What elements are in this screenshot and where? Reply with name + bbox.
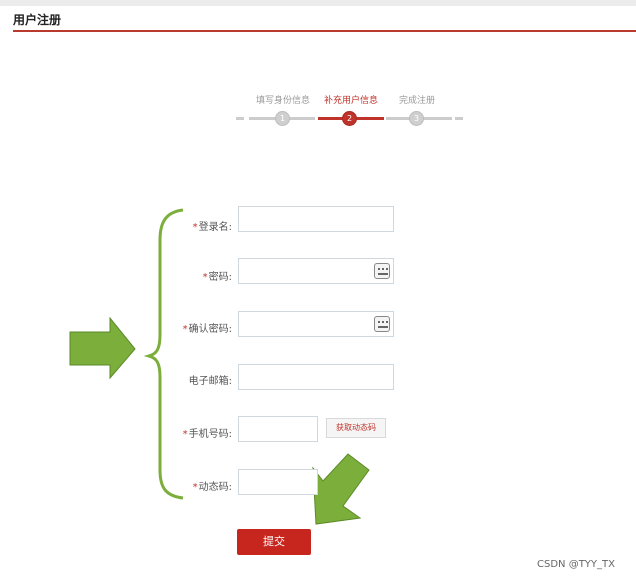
password-label: *密码: xyxy=(202,272,232,283)
login-name-field[interactable] xyxy=(238,206,394,232)
confirm-password-label: *确认密码: xyxy=(182,324,232,335)
annotation-graphics xyxy=(69,208,370,525)
dynamic-code-field[interactable] xyxy=(238,469,318,495)
get-code-button[interactable]: 获取动态码 xyxy=(326,418,386,438)
password-field[interactable] xyxy=(238,258,394,284)
phone-label: *手机号码: xyxy=(182,429,232,440)
email-field[interactable] xyxy=(238,364,394,390)
submit-button[interactable]: 提交 xyxy=(237,529,311,555)
dynamic-code-label: *动态码: xyxy=(192,482,232,493)
keyboard-icon[interactable] xyxy=(374,316,390,332)
curly-brace-icon xyxy=(143,208,184,500)
email-label: 电子邮箱: xyxy=(188,376,232,387)
arrow-down-left-icon xyxy=(312,453,370,525)
confirm-password-field[interactable] xyxy=(238,311,394,337)
watermark: CSDN @TYY_TX xyxy=(537,559,615,570)
login-name-label: *登录名: xyxy=(192,222,232,233)
arrow-right-icon xyxy=(69,316,136,380)
phone-field[interactable] xyxy=(238,416,318,442)
keyboard-icon[interactable] xyxy=(374,263,390,279)
